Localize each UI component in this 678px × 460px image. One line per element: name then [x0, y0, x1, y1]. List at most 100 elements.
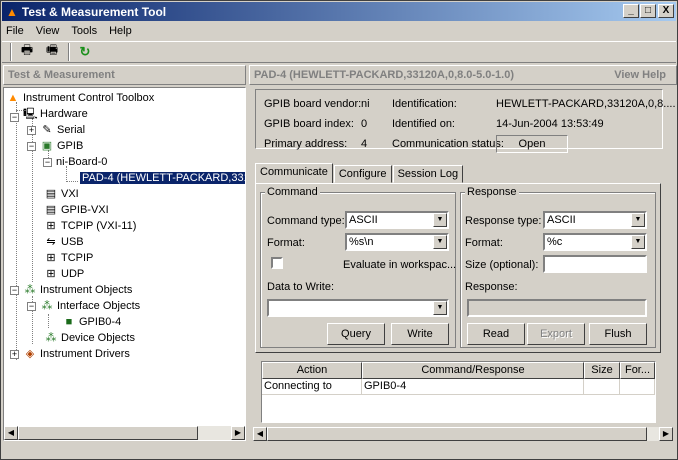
- tree-horizontal-scrollbar[interactable]: ◀ ▶: [4, 426, 245, 440]
- column-header-action[interactable]: Action: [262, 362, 362, 379]
- tree-node-interface-objects[interactable]: − ⁂ Interface Objects: [27, 298, 140, 314]
- command-format-label: Format:: [267, 237, 305, 249]
- tree-node-toolbox[interactable]: ▲ Instrument Control Toolbox: [6, 90, 155, 106]
- tree-node-hardware[interactable]: − 🖳 Hardware: [10, 106, 88, 122]
- tree-label: Instrument Drivers: [40, 348, 130, 360]
- flush-button[interactable]: Flush: [589, 323, 647, 345]
- window-title: Test & Measurement Tool: [21, 4, 167, 19]
- refresh-icon[interactable]: ↻: [74, 42, 96, 62]
- data-to-write-input[interactable]: ▼: [267, 299, 449, 317]
- identification-label: Identification:: [392, 98, 457, 110]
- instrument-tree[interactable]: ▲ Instrument Control Toolbox − 🖳 Hardwar…: [3, 87, 246, 441]
- menu-help[interactable]: Help: [109, 25, 132, 37]
- address-label: Primary address:: [264, 138, 348, 150]
- tree-label: VXI: [61, 188, 79, 200]
- tree-pane: Test & Measurement ▲ Instrument Control …: [3, 65, 246, 441]
- export-button[interactable]: Export: [527, 323, 585, 345]
- expand-icon[interactable]: +: [27, 125, 36, 135]
- query-button[interactable]: Query: [327, 323, 385, 345]
- response-format-select[interactable]: %c ▼: [543, 233, 647, 251]
- tab-strip: Communicate Configure Session Log: [255, 163, 464, 183]
- column-header-size[interactable]: Size: [584, 362, 620, 379]
- response-type-select[interactable]: ASCII ▼: [543, 211, 647, 229]
- tree-node-instrument-objects[interactable]: − ⁂ Instrument Objects: [10, 282, 132, 298]
- maximize-button[interactable]: □: [640, 4, 656, 18]
- tree-node-gpib[interactable]: − ▣ GPIB: [27, 138, 83, 154]
- collapse-icon[interactable]: −: [43, 157, 52, 167]
- gpib-vxi-icon: ▤: [45, 204, 57, 216]
- tree-node-usb[interactable]: ⇋ USB: [44, 234, 84, 250]
- open-status-button[interactable]: Open: [496, 135, 568, 153]
- status-label: Communication status:: [392, 138, 504, 150]
- command-format-select[interactable]: %s\n ▼: [345, 233, 449, 251]
- menu-tools[interactable]: Tools: [71, 25, 97, 37]
- size-input[interactable]: [543, 255, 647, 273]
- print-icon[interactable]: 🖶: [16, 42, 38, 62]
- tree-node-pad4[interactable]: PAD-4 (HEWLETT-PACKARD,33120A,0,: [80, 170, 245, 186]
- session-table: Action Command/Response Size For... Conn…: [261, 361, 656, 423]
- tree-node-device-objects[interactable]: ⁂ Device Objects: [44, 330, 135, 346]
- evaluate-checkbox[interactable]: [271, 257, 283, 269]
- tab-configure[interactable]: Configure: [333, 165, 392, 183]
- tree-node-serial[interactable]: + ✎ Serial: [27, 122, 85, 138]
- tree-node-board[interactable]: − ni-Board-0: [43, 154, 107, 170]
- scroll-left-icon[interactable]: ◀: [253, 427, 267, 441]
- write-button[interactable]: Write: [391, 323, 449, 345]
- app-logo-icon: ▲: [6, 4, 18, 19]
- tree-label: ni-Board-0: [56, 156, 108, 168]
- serial-icon: ✎: [42, 124, 52, 136]
- evaluate-label: Evaluate in workspac...: [343, 259, 457, 271]
- scroll-thumb[interactable]: [267, 427, 647, 441]
- tree-pane-header: Test & Measurement: [3, 65, 246, 85]
- details-horizontal-scrollbar[interactable]: ◀ ▶: [253, 427, 673, 441]
- tree-node-instrument-drivers[interactable]: + ◈ Instrument Drivers: [10, 346, 130, 362]
- tree-label: Interface Objects: [57, 300, 141, 312]
- response-group: Response Response type: ASCII ▼ Format: …: [460, 186, 656, 348]
- tab-session-log[interactable]: Session Log: [392, 165, 464, 183]
- scroll-thumb[interactable]: [18, 426, 198, 440]
- network-icon: ⊞: [46, 252, 56, 264]
- tree-node-vxi[interactable]: ▤ VXI: [44, 186, 79, 202]
- usb-icon: ⇋: [46, 236, 56, 248]
- chevron-down-icon[interactable]: ▼: [433, 301, 447, 315]
- command-type-select[interactable]: ASCII ▼: [345, 211, 449, 229]
- collapse-icon[interactable]: −: [10, 285, 19, 295]
- view-help-link[interactable]: View Help: [614, 69, 666, 81]
- tree-node-tcpip[interactable]: ⊞ TCPIP: [44, 250, 93, 266]
- scroll-right-icon[interactable]: ▶: [659, 427, 673, 441]
- tree-label: USB: [61, 236, 84, 248]
- menu-file[interactable]: File: [6, 25, 24, 37]
- tree-node-udp[interactable]: ⊞ UDP: [44, 266, 84, 282]
- column-header-format[interactable]: For...: [620, 362, 655, 379]
- chevron-down-icon[interactable]: ▼: [433, 235, 447, 249]
- tree-node-gpib-vxi[interactable]: ▤ GPIB-VXI: [44, 202, 109, 218]
- objects-icon: ⁂: [45, 332, 57, 344]
- scroll-left-icon[interactable]: ◀: [4, 426, 18, 440]
- cube-icon: ■: [65, 316, 73, 328]
- chevron-down-icon[interactable]: ▼: [433, 213, 447, 227]
- drivers-icon: ◈: [25, 348, 35, 360]
- tab-communicate[interactable]: Communicate: [255, 163, 333, 183]
- read-button[interactable]: Read: [467, 323, 525, 345]
- chevron-down-icon[interactable]: ▼: [631, 235, 645, 249]
- chevron-down-icon[interactable]: ▼: [631, 213, 645, 227]
- close-button[interactable]: X: [658, 4, 674, 18]
- print-preview-icon[interactable]: 🖷: [41, 42, 63, 62]
- network-icon: ⊞: [46, 268, 56, 280]
- collapse-icon[interactable]: −: [10, 112, 19, 122]
- command-group-label: Command: [265, 186, 320, 198]
- table-cell-command: GPIB0-4: [362, 379, 584, 395]
- size-label: Size (optional):: [465, 259, 539, 271]
- command-group: Command Command type: ASCII ▼ Format: %s…: [260, 186, 457, 348]
- menu-view[interactable]: View: [36, 25, 60, 37]
- instrument-info-panel: GPIB board vendor: ni GPIB board index: …: [255, 89, 676, 153]
- collapse-icon[interactable]: −: [27, 141, 36, 151]
- tree-node-tcpip-vxi[interactable]: ⊞ TCPIP (VXI-11): [44, 218, 136, 234]
- expand-icon[interactable]: +: [10, 349, 19, 359]
- command-type-label: Command type:: [267, 215, 345, 227]
- tree-node-gpib0-4[interactable]: ■ GPIB0-4: [62, 314, 122, 330]
- column-header-command-response[interactable]: Command/Response: [362, 362, 584, 379]
- minimize-button[interactable]: _: [623, 4, 639, 18]
- scroll-right-icon[interactable]: ▶: [231, 426, 245, 440]
- collapse-icon[interactable]: −: [27, 301, 36, 311]
